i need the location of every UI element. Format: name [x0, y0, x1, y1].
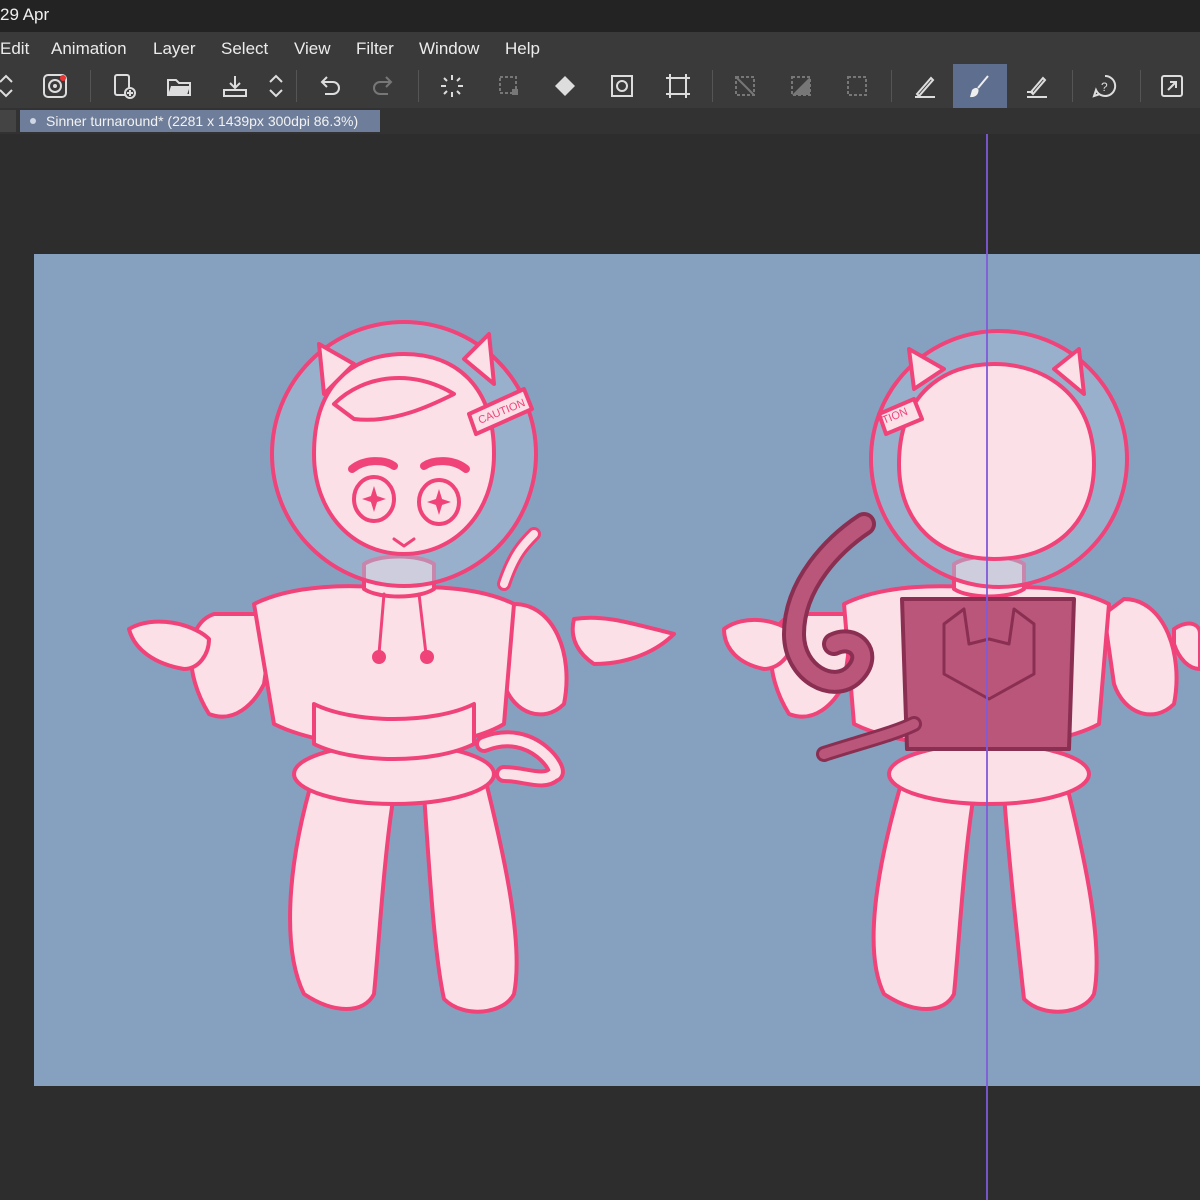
turnaround-artwork: CAUTION TION [127, 320, 1200, 1014]
toolbar-separator [1072, 70, 1073, 102]
document-tab-bar: Sinner turnaround* (2281 x 1439px 300dpi… [0, 108, 1200, 134]
pen-tool-button[interactable] [898, 64, 952, 108]
menu-filter[interactable]: Filter [356, 39, 394, 59]
clear-selection-icon [735, 76, 755, 96]
menu-window[interactable]: Window [419, 39, 479, 59]
fullscreen-button[interactable] [1145, 64, 1199, 108]
status-bar: 29 Apr [0, 0, 1200, 32]
menu-animation[interactable]: Animation [51, 39, 127, 59]
select-all-icon [847, 76, 867, 96]
eraser-icon [1027, 76, 1047, 98]
undo-icon [320, 76, 340, 95]
chevron-updown-button[interactable] [0, 64, 26, 108]
toolbar-separator [712, 70, 713, 102]
svg-text:?: ? [1101, 80, 1108, 94]
save-button[interactable] [208, 64, 262, 108]
new-canvas-button[interactable] [97, 64, 151, 108]
toolbar-separator [891, 70, 892, 102]
fill-icon [555, 76, 575, 96]
loading-icon [441, 75, 463, 97]
back-view-character [722, 329, 1200, 1014]
pen-icon [915, 76, 935, 98]
new-canvas-icon [114, 74, 136, 99]
help-icon: ? [1092, 74, 1117, 98]
app-logo-icon [43, 74, 67, 98]
brush-icon [970, 75, 989, 98]
brush-tool-button[interactable] [953, 64, 1007, 108]
selection-icon [499, 76, 518, 95]
invert-selection-icon [791, 76, 811, 96]
front-view-character [127, 320, 676, 1014]
chevron-updown-icon [269, 74, 283, 98]
menu-help[interactable]: Help [505, 39, 540, 59]
app-logo-button[interactable] [28, 64, 82, 108]
menu-edit[interactable]: Edit [0, 39, 29, 59]
toolbar-separator [90, 70, 91, 102]
status-date: 29 Apr [0, 5, 50, 24]
crop-icon [666, 74, 690, 98]
open-folder-icon [167, 79, 191, 96]
toolbar-separator [418, 70, 419, 102]
select-all-button[interactable] [830, 64, 884, 108]
drawing-canvas[interactable]: CAUTION TION [34, 254, 1200, 1086]
unsaved-dot-icon [30, 118, 36, 124]
eraser-tool-button[interactable] [1010, 64, 1064, 108]
fill-button[interactable] [538, 64, 592, 108]
fullscreen-icon [1161, 75, 1183, 97]
transform-icon [611, 75, 633, 97]
help-button[interactable]: ? [1078, 64, 1132, 108]
open-button[interactable] [152, 64, 206, 108]
redo-button[interactable] [357, 64, 411, 108]
chevron-updown-button-2[interactable] [256, 64, 296, 108]
chevron-updown-icon [0, 74, 13, 98]
document-tab[interactable]: Sinner turnaround* (2281 x 1439px 300dpi… [20, 110, 380, 132]
toolbar: ? [0, 64, 1200, 109]
toolbar-separator [296, 70, 297, 102]
menu-bar: Edit Animation Layer Select View Filter … [0, 32, 1200, 64]
invert-selection-button[interactable] [774, 64, 828, 108]
vertical-guide-line[interactable] [986, 134, 988, 1200]
loading-button[interactable] [425, 64, 479, 108]
menu-layer[interactable]: Layer [153, 39, 196, 59]
menu-view[interactable]: View [294, 39, 331, 59]
redo-icon [373, 76, 393, 95]
undo-button[interactable] [302, 64, 356, 108]
crop-button[interactable] [651, 64, 705, 108]
tab-scroll-stub[interactable] [0, 110, 16, 132]
toolbar-separator [1140, 70, 1141, 102]
transform-button[interactable] [595, 64, 649, 108]
document-tab-title: Sinner turnaround* (2281 x 1439px 300dpi… [46, 113, 359, 129]
menu-select[interactable]: Select [221, 39, 268, 59]
selection-button[interactable] [482, 64, 536, 108]
clear-selection-button[interactable] [718, 64, 772, 108]
save-icon [223, 76, 247, 97]
